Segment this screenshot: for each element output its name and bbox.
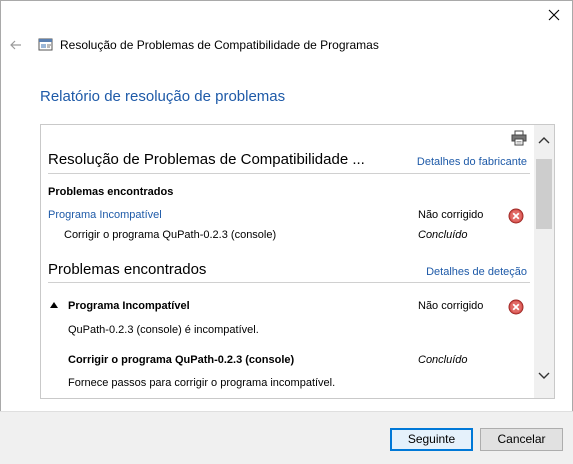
print-button[interactable]: [511, 130, 527, 146]
fix-step-status: Concluído: [418, 354, 468, 366]
fix-step-name: Corrigir o programa QuPath-0.2.3 (consol…: [64, 229, 277, 241]
issue-heading-incompatible-program: Programa Incompatível: [68, 300, 190, 312]
vertical-scrollbar[interactable]: [534, 125, 554, 398]
issue-status: Não corrigido: [418, 209, 484, 221]
printer-icon: [511, 130, 527, 146]
error-icon: [508, 208, 524, 224]
collapse-triangle-icon[interactable]: [50, 302, 58, 308]
issue-status: Não corrigido: [418, 300, 484, 312]
fix-step-heading: Corrigir o programa QuPath-0.2.3 (consol…: [68, 354, 295, 366]
divider: [48, 282, 530, 283]
close-icon: [548, 9, 560, 21]
fix-step-status: Concluído: [418, 229, 468, 241]
section-title-troubleshooter: Resolução de Problemas de Compatibilidad…: [48, 151, 365, 168]
problems-found-subheading: Problemas encontrados: [48, 186, 174, 198]
issue-description: QuPath-0.2.3 (console) é incompatível.: [68, 324, 259, 336]
section-title-problems-found: Problemas encontrados: [48, 261, 207, 278]
page-heading: Relatório de resolução de problemas: [40, 88, 286, 105]
fix-step-description: Fornece passos para corrigir o programa …: [68, 377, 336, 389]
scroll-down-arrow-icon[interactable]: [538, 371, 550, 381]
issue-link-incompatible-program[interactable]: Programa Incompatível: [48, 209, 162, 221]
divider: [48, 173, 530, 174]
troubleshooter-app-icon: [38, 37, 54, 53]
error-icon: [508, 299, 524, 315]
next-button[interactable]: Seguinte: [390, 428, 473, 451]
back-button[interactable]: [8, 37, 24, 53]
scroll-up-arrow-icon[interactable]: [538, 135, 550, 145]
scrollbar-thumb[interactable]: [536, 159, 552, 229]
arrow-left-icon: [10, 40, 21, 50]
publisher-details-link[interactable]: Detalhes do fabricante: [417, 156, 527, 168]
window-title: Resolução de Problemas de Compatibilidad…: [60, 38, 379, 52]
detection-details-link[interactable]: Detalhes de deteção: [426, 266, 527, 278]
cancel-button[interactable]: Cancelar: [480, 428, 563, 451]
close-button[interactable]: [545, 6, 563, 24]
report-panel[interactable]: Resolução de Problemas de Compatibilidad…: [40, 124, 555, 399]
